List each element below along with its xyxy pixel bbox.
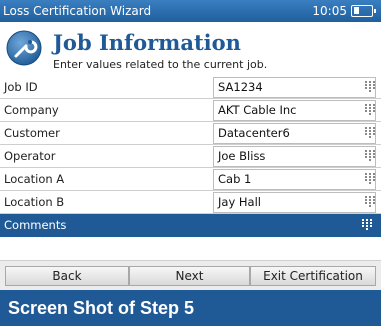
job-id-input[interactable]: SA1234	[213, 77, 376, 98]
wrench-gear-icon	[6, 30, 42, 66]
clock: 10:05	[312, 4, 347, 18]
field-row-comments[interactable]: Comments	[0, 214, 381, 237]
field-row-company[interactable]: Company AKT Cable Inc	[0, 99, 381, 122]
keypad-icon[interactable]	[365, 81, 375, 93]
field-row-operator[interactable]: Operator Joe Bliss	[0, 145, 381, 168]
field-label: Job ID	[4, 80, 38, 94]
field-label: Location A	[4, 172, 65, 186]
keypad-icon[interactable]	[365, 127, 375, 139]
field-label: Operator	[4, 149, 56, 163]
job-fields-list: Job ID SA1234 Company AKT Cable Inc Cust…	[0, 76, 381, 237]
keypad-icon[interactable]	[365, 150, 375, 162]
caption-banner: Screen Shot of Step 5	[0, 290, 381, 326]
page-title: Job Information	[53, 30, 241, 55]
field-label: Company	[4, 103, 59, 117]
back-button[interactable]: Back	[5, 266, 129, 286]
exit-certification-button[interactable]: Exit Certification	[250, 266, 376, 286]
field-row-customer[interactable]: Customer Datacenter6	[0, 122, 381, 145]
keypad-icon[interactable]	[365, 196, 375, 208]
page-header: Job Information Enter values related to …	[0, 22, 381, 74]
field-row-location-a[interactable]: Location A Cab 1	[0, 168, 381, 191]
next-button[interactable]: Next	[129, 266, 250, 286]
location-b-input[interactable]: Jay Hall	[213, 192, 376, 213]
field-label: Comments	[4, 218, 67, 232]
company-input[interactable]: AKT Cable Inc	[213, 100, 376, 121]
page-subtitle: Enter values related to the current job.	[53, 58, 268, 71]
title-bar: Loss Certification Wizard 10:05	[0, 0, 381, 22]
keypad-icon[interactable]	[365, 104, 375, 116]
field-row-job-id[interactable]: Job ID SA1234	[0, 76, 381, 99]
operator-input[interactable]: Joe Bliss	[213, 146, 376, 167]
field-row-location-b[interactable]: Location B Jay Hall	[0, 191, 381, 214]
button-bar: Back Next Exit Certification	[0, 260, 381, 290]
customer-input[interactable]: Datacenter6	[213, 123, 376, 144]
keypad-icon[interactable]	[365, 173, 375, 185]
field-label: Customer	[4, 126, 60, 140]
location-a-input[interactable]: Cab 1	[213, 169, 376, 190]
battery-icon	[351, 5, 376, 17]
keypad-icon[interactable]	[362, 219, 372, 231]
window-title: Loss Certification Wizard	[3, 4, 152, 18]
field-label: Location B	[4, 195, 65, 209]
